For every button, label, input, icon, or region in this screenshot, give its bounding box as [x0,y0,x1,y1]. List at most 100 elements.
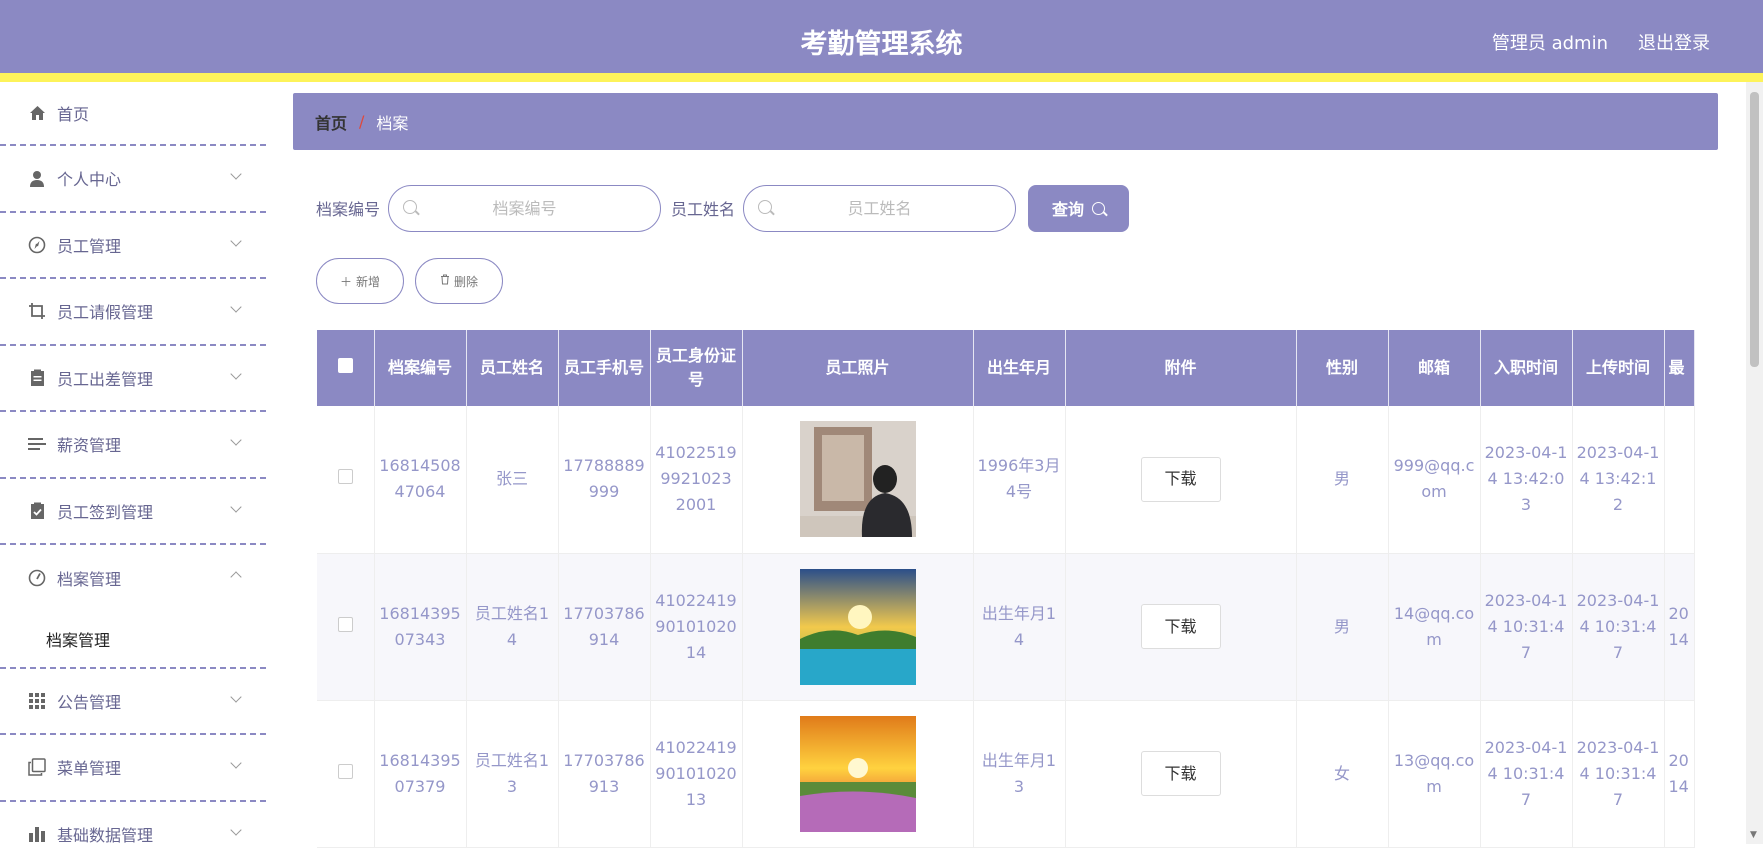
sidebar-item-label: 员工请假管理 [57,303,154,323]
sidebar-item-label: 员工签到管理 [57,502,154,522]
employee-photo [799,421,916,538]
column-header: 员工身份证号 [650,330,743,406]
cell-gender: 男 [1296,553,1389,701]
cell-attachment: 下载 [1065,700,1297,848]
cell-join-time: 2023-04-14 10:31:47 [1480,700,1573,848]
cell-id-card: 4102241990101020 13 [650,700,743,848]
sidebar-item-basic-data[interactable]: 基础数据管理 [0,802,266,844]
cell-attachment: 下载 [1065,406,1297,554]
chevron-down-icon [230,301,242,313]
chevron-down-icon [230,757,242,769]
cell-email: 13@qq.com [1388,700,1481,848]
cell-gender: 男 [1296,406,1389,554]
cell-upload-time: 2023-04-14 10:31:47 [1572,700,1665,848]
employee-name-label: 员工姓名 [671,200,736,219]
crop-icon [27,301,47,321]
sidebar-subitem-archive[interactable]: 档案管理 [0,612,266,669]
column-header: 员工手机号 [558,330,651,406]
add-button[interactable]: ＋ 新增 [316,258,404,304]
row-checkbox[interactable] [337,763,353,779]
chevron-up-icon [230,571,242,583]
sidebar-item-personal-center[interactable]: 个人中心 [0,146,266,213]
breadcrumb-separator: / [359,112,365,131]
chevron-down-icon [230,434,242,446]
table-row[interactable]: 1681450847064 张三 17788889999 41022519992… [317,406,1695,554]
chevron-down-icon [230,168,242,180]
table-row[interactable]: 1681439507343 员工姓名14 17703786914 4102241… [317,553,1695,701]
employee-photo [799,568,916,685]
cell-archive-no: 1681450847064 [374,406,467,554]
row-checkbox[interactable] [337,616,353,632]
grid-icon [27,691,47,711]
logout-link[interactable]: 退出登录 [1638,29,1710,55]
bar-chart-icon [27,824,47,844]
admin-user-label[interactable]: 管理员 admin [1492,29,1608,55]
chevron-down-icon [230,500,242,513]
employee-name-input[interactable] [744,185,1016,231]
column-header: 员工照片 [742,330,974,406]
gauge-icon [27,568,47,588]
sidebar-subitem-label: 档案管理 [46,631,111,650]
employee-name-field[interactable] [743,184,1017,232]
chevron-down-icon [230,367,242,380]
column-header: 性别 [1296,330,1389,406]
list-icon [27,434,47,454]
column-header: 最 [1664,330,1695,406]
sidebar-item-label: 菜单管理 [57,759,122,779]
sidebar-item-label: 个人中心 [57,170,122,190]
top-header: 考勤管理系统 管理员 admin 退出登录 [0,0,1763,82]
download-button[interactable]: 下载 [1140,604,1221,649]
cell-archive-no: 1681439507379 [374,700,467,848]
sidebar-item-checkin[interactable]: 员工签到管理 [0,479,266,545]
trash-icon [440,274,450,288]
delete-button-label: 删除 [453,274,478,289]
archive-no-field[interactable] [388,184,662,232]
select-all-checkbox[interactable] [337,358,353,373]
sidebar-item-label: 档案管理 [57,570,122,590]
archive-no-label: 档案编号 [316,200,381,219]
sidebar-item-salary[interactable]: 薪资管理 [0,412,266,479]
sidebar-item-notice[interactable]: 公告管理 [0,669,266,735]
scrollbar-thumb[interactable] [1750,92,1759,367]
sidebar-item-label: 薪资管理 [57,436,122,456]
sidebar-item-label: 首页 [57,105,90,124]
cell-email: 999@qq.com [1388,406,1481,554]
query-button[interactable]: 查询 [1028,184,1130,232]
sidebar-item-leave[interactable]: 员工请假管理 [0,279,266,346]
archive-table: 档案编号 员工姓名 员工手机号 员工身份证号 员工照片 出生年月 附件 性别 邮… [317,330,1695,848]
delete-button[interactable]: 删除 [415,258,503,304]
cell-employee-name: 张三 [466,406,559,554]
sidebar: 首页 个人中心 员工管理 员工请假管理 员工出差管理 薪资管理 员工签到管理 档… [0,82,266,844]
sidebar-item-menu[interactable]: 菜单管理 [0,735,266,802]
page-scrollbar[interactable]: ▼ [1746,82,1763,844]
cell-birth: 1996年3月4号 [973,406,1066,554]
cell-phone: 17788889999 [558,406,651,554]
cell-last [1664,406,1695,554]
cell-phone: 17703786913 [558,700,651,848]
compass-icon [27,235,47,255]
search-icon [403,199,418,214]
cell-photo [742,700,974,848]
clipboard-icon [27,368,47,388]
sidebar-item-business-trip[interactable]: 员工出差管理 [0,346,266,412]
cell-birth: 出生年月13 [973,700,1066,848]
sidebar-item-employee[interactable]: 员工管理 [0,213,266,279]
cell-join-time: 2023-04-14 13:42:03 [1480,406,1573,554]
row-checkbox[interactable] [337,469,353,485]
breadcrumb-home[interactable]: 首页 [315,110,347,134]
column-header: 上传时间 [1572,330,1665,406]
sidebar-item-label: 员工管理 [57,236,122,256]
cell-gender: 女 [1296,700,1389,848]
table-row[interactable]: 1681439507379 员工姓名13 17703786913 4102241… [317,700,1695,848]
scroll-down-arrow-icon[interactable]: ▼ [1750,830,1757,840]
download-button[interactable]: 下载 [1140,456,1221,502]
checklist-icon [27,501,47,521]
user-icon [27,168,47,188]
archive-no-input[interactable] [389,185,661,231]
sidebar-item-home[interactable]: 首页 [0,82,266,146]
column-header: 档案编号 [374,330,467,406]
download-button[interactable]: 下载 [1140,751,1221,796]
sidebar-item-archive[interactable]: 档案管理 [0,545,266,612]
cell-attachment: 下载 [1065,553,1297,701]
select-all-cell[interactable] [317,330,375,406]
